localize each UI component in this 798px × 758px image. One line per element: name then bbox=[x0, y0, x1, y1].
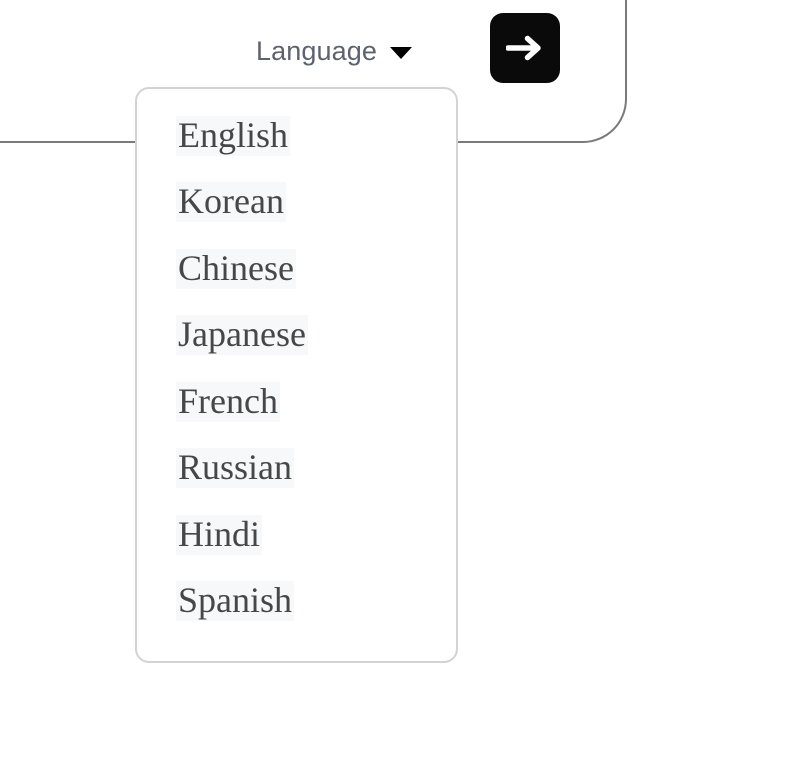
language-option-hindi[interactable]: Hindi bbox=[137, 502, 456, 569]
language-option-label: Chinese bbox=[176, 247, 296, 289]
language-option-korean[interactable]: Korean bbox=[137, 170, 456, 237]
language-dropdown-label: Language bbox=[256, 35, 377, 66]
language-option-label: Hindi bbox=[176, 513, 263, 555]
language-option-label: Spanish bbox=[176, 580, 295, 622]
language-option-chinese[interactable]: Chinese bbox=[137, 236, 456, 303]
submit-arrow-button[interactable] bbox=[490, 13, 560, 83]
language-option-label: Russian bbox=[176, 447, 295, 489]
language-option-japanese[interactable]: Japanese bbox=[137, 303, 456, 370]
arrow-right-icon bbox=[506, 33, 544, 63]
language-option-label: Korean bbox=[176, 181, 286, 223]
language-option-russian[interactable]: Russian bbox=[137, 436, 456, 503]
language-option-label: French bbox=[176, 380, 280, 422]
language-dropdown-trigger[interactable]: Language bbox=[256, 30, 412, 72]
language-option-list: English Korean Chinese Japanese French R… bbox=[137, 89, 456, 635]
language-option-label: Japanese bbox=[176, 314, 308, 356]
language-dropdown-menu[interactable]: English Korean Chinese Japanese French R… bbox=[135, 87, 458, 663]
language-option-label: English bbox=[176, 114, 291, 156]
language-option-spanish[interactable]: Spanish bbox=[137, 569, 456, 636]
chevron-down-icon bbox=[389, 46, 412, 59]
language-option-english[interactable]: English bbox=[137, 103, 456, 170]
language-option-french[interactable]: French bbox=[137, 369, 456, 436]
